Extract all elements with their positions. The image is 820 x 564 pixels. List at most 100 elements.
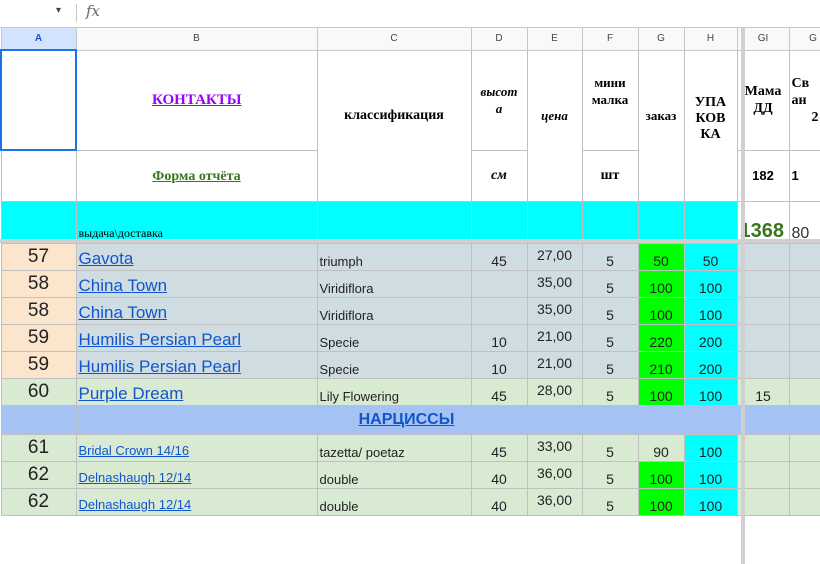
name-cell[interactable]: Gavota [75,242,318,271]
classification-cell[interactable]: Lily Flowering [316,377,472,406]
section-title-link[interactable]: НАРЦИССЫ [359,411,455,428]
report-form-cell[interactable]: Форма отчёта [75,149,318,202]
minimum-cell[interactable]: 5 [581,433,639,462]
row-number[interactable]: 62 [0,460,77,489]
frozen-column-divider[interactable] [741,27,745,564]
row-number[interactable]: 59 [0,323,77,352]
column-header-g[interactable]: G [637,27,685,51]
column-header-d[interactable]: D [470,27,528,51]
row-number[interactable]: 61 [0,433,77,462]
gj-cell[interactable] [788,269,820,298]
item-name-link[interactable]: Humilis Persian Pearl [79,330,242,349]
order-cell[interactable]: 100 [637,460,685,489]
column-header-h[interactable]: H [683,27,738,51]
gj-cell[interactable] [788,242,820,271]
price-cell[interactable]: 36,00 [526,487,583,516]
item-name-link[interactable]: China Town [79,303,168,322]
price-cell[interactable]: 28,00 [526,377,583,406]
name-box-dropdown-icon[interactable]: ▾ [56,5,61,16]
minimum-cell[interactable]: 5 [581,377,639,406]
header-a2[interactable] [0,149,77,202]
packaging-cell[interactable]: 200 [683,323,738,352]
price-cell[interactable]: 27,00 [526,242,583,271]
packaging-cell[interactable]: 100 [683,269,738,298]
delivery-f[interactable] [581,200,639,244]
packaging-cell[interactable]: 100 [683,460,738,489]
item-name-link[interactable]: Purple Dream [79,384,184,403]
price-cell[interactable]: 21,00 [526,323,583,352]
height-cell[interactable] [470,296,528,325]
height-cell[interactable]: 40 [470,487,528,516]
classification-cell[interactable]: double [316,487,472,516]
column-header-e[interactable]: E [526,27,583,51]
height-cell[interactable]: 45 [470,242,528,271]
classification-cell[interactable]: Viridiflora [316,269,472,298]
gj-cell[interactable] [788,487,820,516]
delivery-a[interactable] [0,200,77,244]
gj-cell[interactable] [788,460,820,489]
minimum-cell[interactable]: 5 [581,269,639,298]
name-cell[interactable]: China Town [75,269,318,298]
row-number[interactable]: 57 [0,242,77,271]
classification-cell[interactable]: Specie [316,350,472,379]
price-cell[interactable]: 33,00 [526,433,583,462]
price-cell[interactable]: 35,00 [526,296,583,325]
row-number[interactable]: 58 [0,269,77,298]
row-number[interactable]: 62 [0,487,77,516]
selected-cell-a1[interactable] [0,49,77,151]
packaging-cell[interactable]: 100 [683,487,738,516]
price-cell[interactable]: 36,00 [526,460,583,489]
classification-cell[interactable]: Viridiflora [316,296,472,325]
gj-cell[interactable] [788,377,820,406]
gj-cell[interactable] [788,323,820,352]
name-cell[interactable]: Delnashaugh 12/14 [75,487,318,516]
minimum-cell[interactable]: 5 [581,460,639,489]
name-cell[interactable]: Humilis Persian Pearl [75,323,318,352]
gj-cell[interactable] [788,296,820,325]
section-title-cell[interactable]: НАРЦИССЫ [75,404,738,435]
order-cell[interactable]: 100 [637,269,685,298]
column-header-f[interactable]: F [581,27,639,51]
delivery-h[interactable] [683,200,738,244]
gj-cell[interactable] [788,433,820,462]
contacts-link[interactable]: КОНТАКТЫ [152,92,242,108]
name-cell[interactable]: China Town [75,296,318,325]
order-cell[interactable]: 210 [637,350,685,379]
column-header-a[interactable]: A [0,27,77,51]
item-name-link[interactable]: China Town [79,276,168,295]
height-cell[interactable]: 40 [470,460,528,489]
minimum-cell[interactable]: 5 [581,242,639,271]
packaging-cell[interactable]: 200 [683,350,738,379]
delivery-e[interactable] [526,200,583,244]
name-cell[interactable]: Purple Dream [75,377,318,406]
column-header-gj[interactable]: G [788,27,820,51]
packaging-cell[interactable]: 100 [683,296,738,325]
minimum-cell[interactable]: 5 [581,350,639,379]
price-cell[interactable]: 21,00 [526,350,583,379]
column-header-c[interactable]: C [316,27,472,51]
minimum-cell[interactable]: 5 [581,487,639,516]
packaging-cell[interactable]: 100 [683,433,738,462]
total-next[interactable]: 80 [788,200,820,244]
item-name-link[interactable]: Humilis Persian Pearl [79,357,242,376]
delivery-c[interactable] [316,200,472,244]
classification-cell[interactable]: triumph [316,242,472,271]
packaging-cell[interactable]: 100 [683,377,738,406]
item-name-link[interactable]: Delnashaugh 12/14 [79,470,192,485]
packaging-cell[interactable]: 50 [683,242,738,271]
contacts-header-cell[interactable]: КОНТАКТЫ [75,49,318,151]
row-number[interactable]: 58 [0,296,77,325]
classification-cell[interactable]: double [316,460,472,489]
order-cell[interactable]: 220 [637,323,685,352]
name-cell[interactable]: Delnashaugh 12/14 [75,460,318,489]
column-header-b[interactable]: B [75,27,318,51]
item-name-link[interactable]: Gavota [79,249,134,268]
price-cell[interactable]: 35,00 [526,269,583,298]
item-name-link[interactable]: Bridal Crown 14/16 [79,443,190,458]
delivery-d[interactable] [470,200,528,244]
minimum-cell[interactable]: 5 [581,323,639,352]
classification-cell[interactable]: tazetta/ poetaz [316,433,472,462]
row-number[interactable]: 60 [0,377,77,406]
order-cell[interactable]: 100 [637,487,685,516]
name-cell[interactable]: Humilis Persian Pearl [75,350,318,379]
